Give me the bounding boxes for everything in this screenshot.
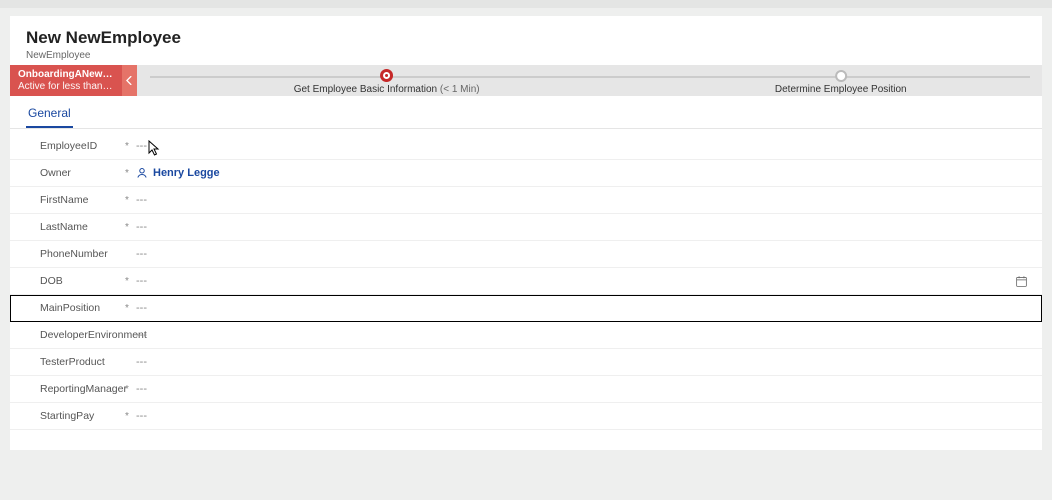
- field-value: ---: [136, 356, 147, 368]
- stage-position[interactable]: Determine Employee Position: [775, 65, 907, 95]
- process-status: Active for less than one mi…: [18, 81, 114, 93]
- required-marker: *: [120, 384, 134, 395]
- stage-dot-icon: [835, 70, 847, 82]
- required-marker: *: [120, 141, 134, 152]
- field-input[interactable]: ---: [134, 217, 1024, 237]
- field-label: EmployeeID: [40, 140, 120, 152]
- field-phoneNumber[interactable]: PhoneNumber ---: [10, 241, 1042, 268]
- field-input[interactable]: ---: [134, 298, 1024, 318]
- field-input[interactable]: ---: [134, 190, 1024, 210]
- field-owner[interactable]: Owner* Henry Legge: [10, 160, 1042, 187]
- chevron-left-icon: [126, 76, 133, 85]
- field-value: ---: [136, 221, 147, 233]
- field-value: ---: [136, 410, 147, 422]
- field-dob[interactable]: DOB*---: [10, 268, 1042, 295]
- stage-label: Determine Employee Position: [775, 84, 907, 95]
- tab-general[interactable]: General: [26, 100, 73, 128]
- record-header: New NewEmployee NewEmployee: [10, 16, 1042, 65]
- field-value: ---: [136, 383, 147, 395]
- form-body: EmployeeID*---Owner*Henry LeggeFirstName…: [10, 129, 1042, 450]
- field-lastName[interactable]: LastName*---: [10, 214, 1042, 241]
- field-value: ---: [136, 248, 147, 260]
- required-marker: *: [120, 303, 134, 314]
- required-marker: *: [120, 168, 134, 179]
- field-startingPay[interactable]: StartingPay*---: [10, 403, 1042, 430]
- field-input[interactable]: ---: [134, 352, 1024, 372]
- required-marker: *: [120, 195, 134, 206]
- field-label: PhoneNumber: [40, 248, 120, 260]
- entity-name: NewEmployee: [26, 50, 1026, 61]
- required-marker: *: [120, 276, 134, 287]
- field-value: ---: [136, 194, 147, 206]
- field-input[interactable]: ---: [134, 406, 1024, 426]
- stage-label: Get Employee Basic Information (< 1 Min): [294, 84, 480, 95]
- owner-link[interactable]: Henry Legge: [153, 167, 220, 179]
- field-label: DeveloperEnvironment: [40, 329, 120, 341]
- business-process-flow: OnboardingANewEmplo… Active for less tha…: [10, 65, 1042, 96]
- field-input[interactable]: ---: [134, 325, 1024, 345]
- field-input[interactable]: ---: [134, 271, 1024, 291]
- field-devEnv[interactable]: DeveloperEnvironment ---: [10, 322, 1042, 349]
- field-employeeId[interactable]: EmployeeID*---: [10, 133, 1042, 160]
- field-input[interactable]: Henry Legge: [134, 163, 1024, 183]
- field-label: Owner: [40, 167, 120, 179]
- field-input[interactable]: ---: [134, 244, 1024, 264]
- calendar-icon[interactable]: [1015, 275, 1028, 291]
- field-input[interactable]: ---: [134, 379, 1024, 399]
- field-value: ---: [136, 329, 147, 341]
- field-value: ---: [136, 275, 147, 287]
- person-icon: [136, 167, 148, 179]
- required-marker: *: [120, 411, 134, 422]
- process-collapse-button[interactable]: [122, 65, 137, 96]
- process-name: OnboardingANewEmplo…: [18, 69, 114, 81]
- field-firstName[interactable]: FirstName*---: [10, 187, 1042, 214]
- field-label: TesterProduct: [40, 356, 120, 368]
- field-label: FirstName: [40, 194, 120, 206]
- stage-dot-icon: [380, 69, 393, 82]
- required-marker: *: [120, 222, 134, 233]
- field-reportingMgr[interactable]: ReportingManager*---: [10, 376, 1042, 403]
- field-value: ---: [136, 302, 147, 314]
- stage-basic[interactable]: Get Employee Basic Information (< 1 Min): [294, 65, 480, 95]
- field-label: ReportingManager: [40, 383, 120, 395]
- field-value: ---: [136, 140, 147, 152]
- process-flow-pill[interactable]: OnboardingANewEmplo… Active for less tha…: [10, 65, 122, 96]
- record-page: New NewEmployee NewEmployee OnboardingAN…: [10, 16, 1042, 450]
- form-tabs: General: [10, 96, 1042, 129]
- field-label: MainPosition: [40, 302, 120, 314]
- field-label: StartingPay: [40, 410, 120, 422]
- field-testerProduct[interactable]: TesterProduct ---: [10, 349, 1042, 376]
- field-label: DOB: [40, 275, 120, 287]
- field-mainPosition[interactable]: MainPosition*---: [10, 295, 1042, 322]
- field-label: LastName: [40, 221, 120, 233]
- page-title: New NewEmployee: [26, 28, 1026, 48]
- field-input[interactable]: ---: [134, 136, 1024, 156]
